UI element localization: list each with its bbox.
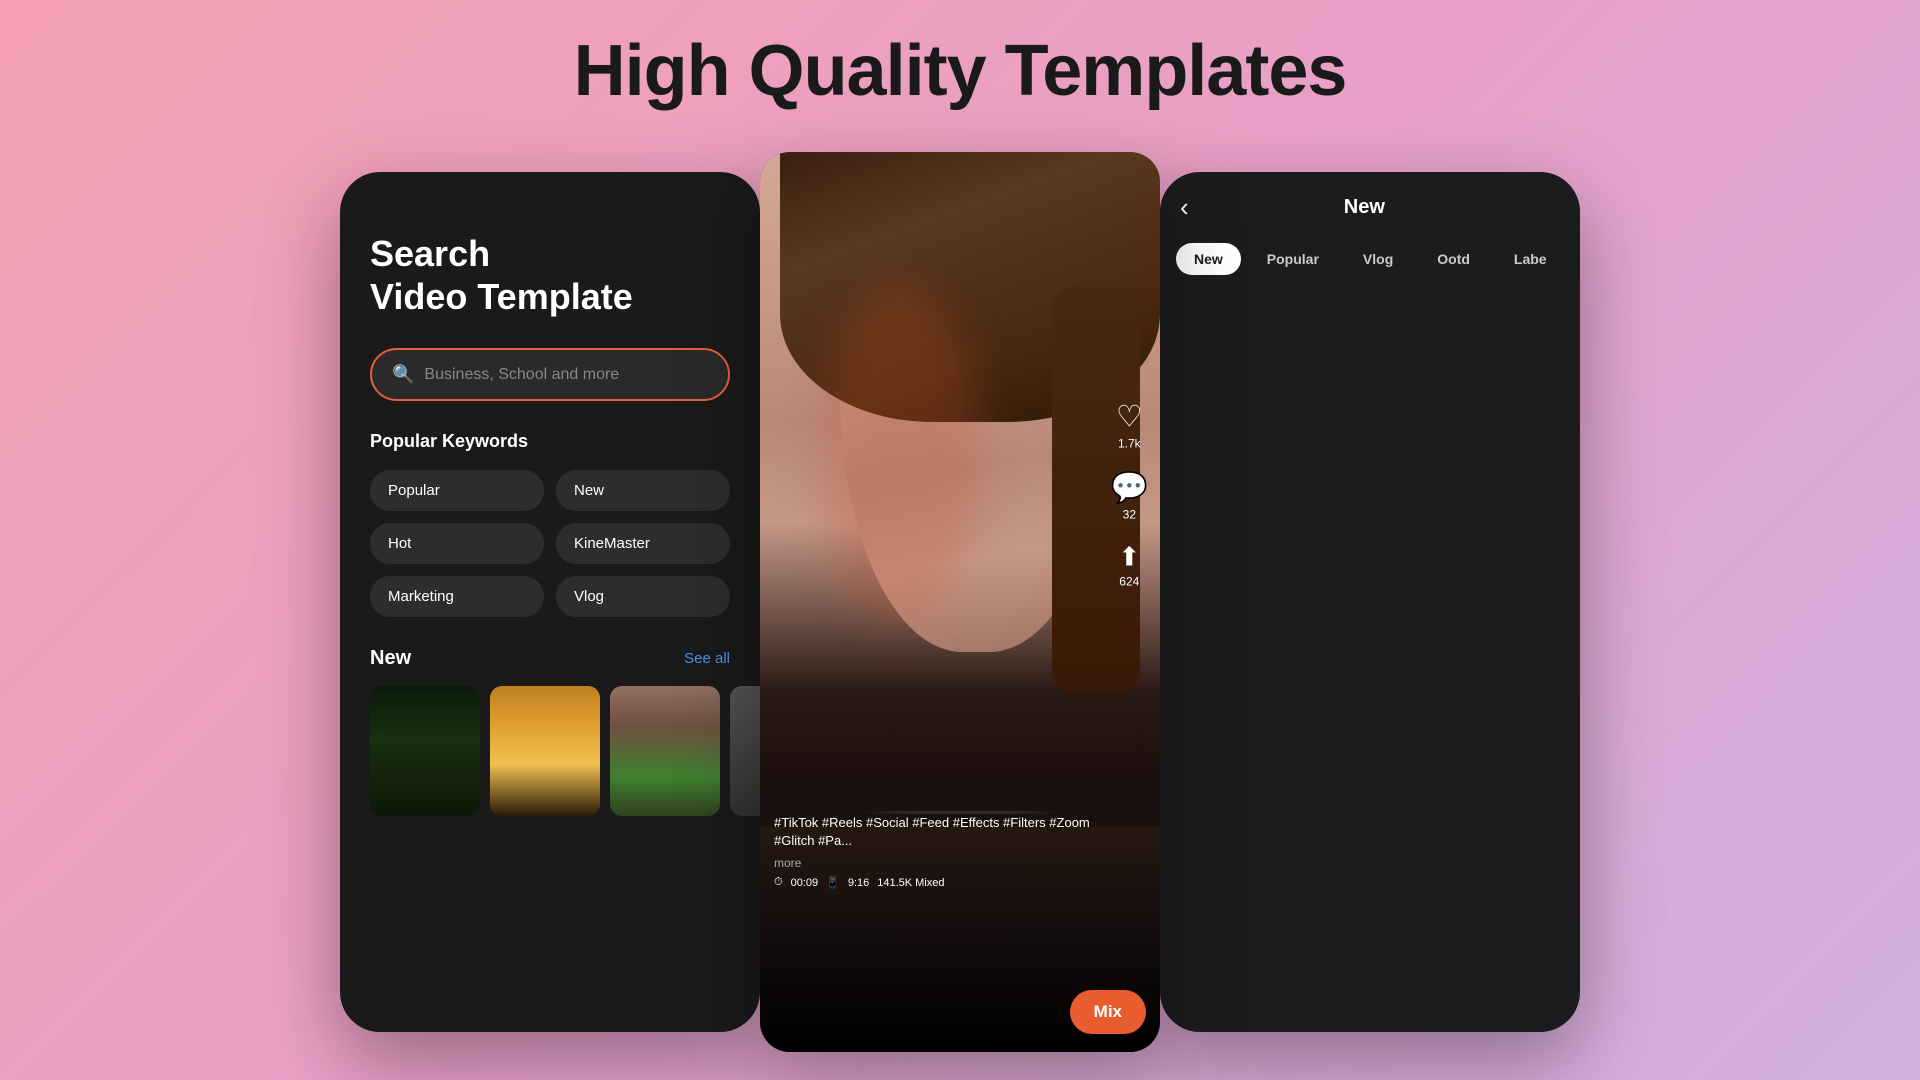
keyword-marketing[interactable]: Marketing [370,576,544,617]
phones-container: SearchVideo Template 🔍 Business, School … [0,152,1920,1052]
phone-search: SearchVideo Template 🔍 Business, School … [340,172,760,1032]
more-text: more [774,856,1090,870]
keyword-hot[interactable]: Hot [370,523,544,564]
hashtags-text: #TikTok #Reels #Social #Feed #Effects #F… [774,814,1090,850]
keyword-grid: Popular New Hot KineMaster Marketing Vlo… [370,470,730,617]
comment-count: 32 [1123,508,1136,522]
phone-icon: 📱 [826,876,840,889]
tab-labe[interactable]: Labe [1496,243,1565,275]
keyword-vlog[interactable]: Vlog [556,576,730,617]
comment-icon: 💬 [1111,471,1148,506]
thumb-1[interactable] [370,686,480,816]
thumb-3[interactable] [610,686,720,816]
like-action[interactable]: ♡ 1.7k [1116,400,1143,451]
clock-icon: ⏱ [774,876,783,889]
phone-gallery: ‹ New New Popular Vlog Ootd Labe [1160,172,1580,1032]
phone3-header: ‹ New [1160,172,1580,233]
share-count: 624 [1119,575,1139,589]
search-placeholder-text: Business, School and more [424,366,619,384]
page-title: High Quality Templates [574,30,1347,112]
keyword-popular[interactable]: Popular [370,470,544,511]
comment-action[interactable]: 💬 32 [1111,471,1148,522]
tab-ootd[interactable]: Ootd [1419,243,1488,275]
thumb-4[interactable] [730,686,760,816]
share-action[interactable]: ⬆ 624 [1118,542,1140,589]
video-person-area [760,152,1160,827]
video-actions: ♡ 1.7k 💬 32 ⬆ 624 [1111,400,1148,589]
new-section-header: New See all [370,647,730,670]
phone3-title: New [1199,196,1530,219]
tab-vlog[interactable]: Vlog [1345,243,1411,275]
popular-keywords-label: Popular Keywords [370,431,730,452]
tab-popular[interactable]: Popular [1249,243,1337,275]
search-box[interactable]: 🔍 Business, School and more [370,348,730,401]
thumb-2[interactable] [490,686,600,816]
share-icon: ⬆ [1118,542,1140,573]
keyword-kinemaster[interactable]: KineMaster [556,523,730,564]
video-size: 141.5K Mixed [877,877,944,889]
tab-new[interactable]: New [1176,243,1241,275]
like-count: 1.7k [1118,437,1141,451]
search-icon: 🔍 [392,364,414,385]
mix-button[interactable]: Mix [1070,990,1146,1034]
search-title: SearchVideo Template [370,232,730,318]
phone2-content: #TikTok #Reels #Social #Feed #Effects #F… [760,152,1160,1052]
video-aspect: 9:16 [848,877,869,889]
heart-icon: ♡ [1116,400,1143,435]
video-duration: 00:09 [791,877,819,889]
keyword-new[interactable]: New [556,470,730,511]
back-arrow-icon[interactable]: ‹ [1180,192,1189,223]
phone-video: #TikTok #Reels #Social #Feed #Effects #F… [760,152,1160,1052]
see-all-link[interactable]: See all [684,650,730,667]
new-section-title: New [370,647,411,670]
thumbnail-row [370,686,730,816]
tab-bar: New Popular Vlog Ootd Labe [1160,233,1580,285]
phone1-content: SearchVideo Template 🔍 Business, School … [340,172,760,846]
